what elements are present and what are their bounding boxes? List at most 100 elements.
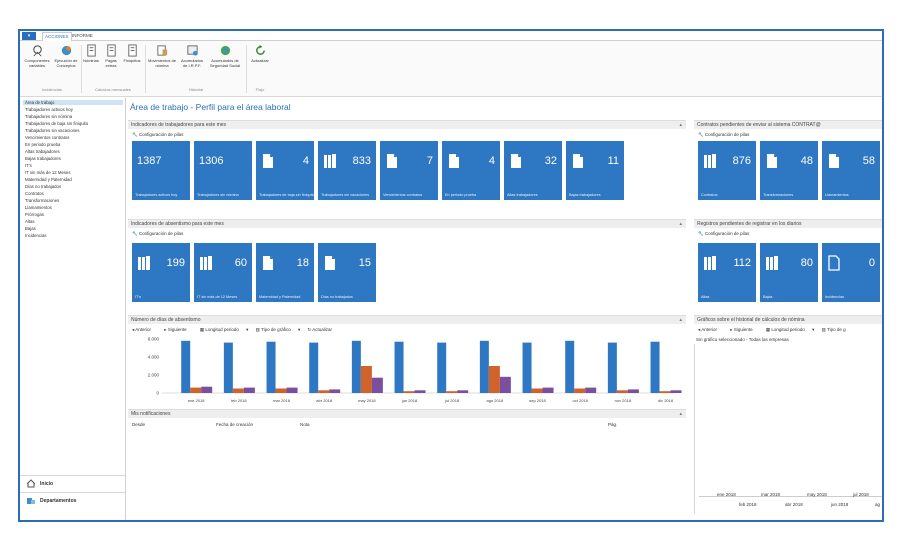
worker-tile[interactable]: 4 En periodo prueba xyxy=(442,141,500,200)
bar-series-3[interactable] xyxy=(371,377,383,393)
section-history-header[interactable]: Gráficos sobre el historial de cálculos … xyxy=(694,315,882,324)
bar-series-2[interactable] xyxy=(616,390,628,393)
sidebar-item[interactable]: IT's xyxy=(25,163,32,168)
finiquitos-button[interactable]: Finiquitos xyxy=(123,44,141,64)
bar-series-2[interactable] xyxy=(446,391,458,393)
collapse-icon[interactable]: ▴ xyxy=(679,220,682,228)
worker-tile[interactable]: 11 Bajas trabajadores xyxy=(566,141,624,200)
worker-tile[interactable]: 833 Trabajadores sin vacaciones xyxy=(318,141,376,200)
sidebar-item[interactable]: Días no trabajados xyxy=(25,184,61,189)
bar-series-1[interactable] xyxy=(351,340,361,393)
chart-prev-button[interactable]: ◂ Anterior xyxy=(132,327,157,332)
bar-series-1[interactable] xyxy=(266,341,276,393)
bar-series-1[interactable] xyxy=(394,341,404,393)
bar-series-1[interactable] xyxy=(437,342,447,393)
worker-tile[interactable]: 4 Trabajadores de baja sin finiquito xyxy=(256,141,314,200)
config-piles-link[interactable]: 🔧 Configuración de pilas xyxy=(698,132,749,138)
pagas-extras-button[interactable]: Pagas extras xyxy=(103,44,119,68)
sidebar-item[interactable]: IT sin más de 12 Meses xyxy=(25,170,71,175)
sidebar-item[interactable]: Contratos xyxy=(25,191,44,196)
acumulados-seguridad-social-button[interactable]: Acumulados de Seguridad Social xyxy=(208,44,242,68)
nav-departamentos[interactable]: Departamentos xyxy=(20,492,125,508)
bar-series-3[interactable] xyxy=(499,376,511,393)
sidebar-item[interactable]: Llamamientos xyxy=(25,205,52,210)
sidebar-item[interactable]: Trabajadores de baja sin finiquito xyxy=(25,121,88,126)
notif-col-nota[interactable]: Nota xyxy=(300,422,310,427)
collapse-icon[interactable]: ▴ xyxy=(679,121,682,129)
notif-col-fecha[interactable]: Fecha de creación xyxy=(216,422,253,427)
config-piles-link[interactable]: 🔧 Configuración de pilas xyxy=(698,231,749,237)
bar-series-3[interactable] xyxy=(243,387,255,393)
bar-series-2[interactable] xyxy=(360,366,372,393)
movimientos-nomina-button[interactable]: Movimientos de nómina xyxy=(148,44,176,68)
sidebar-item[interactable]: Vencimientos contratos xyxy=(25,135,69,140)
contract-tile[interactable]: 876 Contratos xyxy=(698,141,756,200)
section-absences-header[interactable]: Indicadores de absentismo para este mes … xyxy=(128,219,686,228)
bar-series-3[interactable] xyxy=(329,389,341,393)
bar-series-2[interactable] xyxy=(488,366,500,393)
sidebar-item-area-trabajo[interactable]: Área de trabajo xyxy=(23,100,123,105)
notif-col-desde[interactable]: Desde xyxy=(132,422,145,427)
sidebar-item[interactable]: Maternidad y Paternidad xyxy=(25,177,72,182)
chart-refresh-button[interactable]: ↻ Actualizar xyxy=(307,327,338,332)
bar-series-1[interactable] xyxy=(522,342,532,393)
sidebar-item[interactable]: Bajas xyxy=(25,226,36,231)
bar-series-2[interactable] xyxy=(531,388,543,394)
sidebar-item[interactable]: En periodo prueba xyxy=(25,142,60,147)
bar-series-2[interactable] xyxy=(659,391,671,393)
config-piles-link[interactable]: 🔧 Configuración de pilas xyxy=(132,132,183,138)
acumulados-irpf-button[interactable]: Acumulados de I.R.P.F. xyxy=(179,44,205,68)
history-type-button[interactable]: ▥ Tipo de g xyxy=(822,327,852,332)
section-days-chart-header[interactable]: Número de días de absentismo ▴ xyxy=(128,315,686,324)
sidebar-item[interactable]: Altas xyxy=(25,219,35,224)
bar-series-1[interactable] xyxy=(223,342,233,393)
section-records-header[interactable]: Registros pendientes de registrar en los… xyxy=(694,219,882,228)
bar-series-1[interactable] xyxy=(650,341,660,393)
collapse-icon[interactable]: ▴ xyxy=(679,316,682,324)
history-period-button[interactable]: ▦ Longitud periodo ▾ xyxy=(766,327,815,332)
absence-tile[interactable]: 60 IT sin más de 12 Meses xyxy=(194,243,252,302)
section-contracts-header[interactable]: Contratos pendientes de enviar al sistem… xyxy=(694,120,882,129)
collapse-icon[interactable]: ▴ xyxy=(679,410,682,418)
section-notifications-header[interactable]: Mis notificaciones ▴ xyxy=(128,409,686,418)
sidebar-item[interactable]: Transformaciones xyxy=(25,198,59,203)
bar-series-3[interactable] xyxy=(627,389,639,393)
history-next-button[interactable]: ▸ Siguiente xyxy=(730,327,758,332)
absence-tile[interactable]: 15 Días no trabajados xyxy=(318,243,376,302)
record-tile[interactable]: 80 Bajas xyxy=(760,243,818,302)
worker-tile[interactable]: 7 Vencimientos contratos xyxy=(380,141,438,200)
bar-series-2[interactable] xyxy=(574,388,586,394)
chart-next-button[interactable]: ▸ Siguiente xyxy=(164,327,192,332)
tab-acciones[interactable]: ACCIONES xyxy=(42,32,72,41)
sidebar-item[interactable]: Prórrogas xyxy=(25,212,44,217)
nominas-button[interactable]: Nóminas xyxy=(83,44,99,64)
worker-tile[interactable]: 1306 Trabajadores sin nómina xyxy=(194,141,252,200)
worker-tile[interactable]: 1387 Trabajadores activos hoy xyxy=(132,141,190,200)
contract-tile[interactable]: 48 Transformaciones xyxy=(760,141,818,200)
absence-tile[interactable]: 199 IT's xyxy=(132,243,190,302)
config-piles-link[interactable]: 🔧 Configuración de pilas xyxy=(132,231,183,237)
bar-series-3[interactable] xyxy=(201,386,213,393)
bar-series-1[interactable] xyxy=(479,340,489,393)
bar-series-3[interactable] xyxy=(414,390,426,393)
sidebar-item[interactable]: Altas trabajadores xyxy=(25,149,60,154)
chart-period-button[interactable]: ▦ Longitud periodo ▾ xyxy=(200,327,249,332)
bar-series-2[interactable] xyxy=(232,388,244,394)
absence-tile[interactable]: 18 Maternidad y Paternidad xyxy=(256,243,314,302)
bar-series-3[interactable] xyxy=(286,387,298,393)
bar-series-3[interactable] xyxy=(670,390,682,393)
bar-series-3[interactable] xyxy=(457,390,469,393)
bar-series-1[interactable] xyxy=(181,340,191,393)
record-tile[interactable]: 0 Incidencias xyxy=(822,243,880,302)
tab-informe[interactable]: INFORME xyxy=(72,33,93,38)
bar-series-1[interactable] xyxy=(565,340,575,393)
sidebar-item[interactable]: Incidencias xyxy=(25,233,47,238)
history-prev-button[interactable]: ◂ Anterior xyxy=(698,327,723,332)
bar-series-2[interactable] xyxy=(190,387,202,393)
record-tile[interactable]: 112 Altas xyxy=(698,243,756,302)
bar-series-2[interactable] xyxy=(275,388,287,394)
sidebar-item[interactable]: Bajas trabajadores xyxy=(25,156,61,161)
bar-series-3[interactable] xyxy=(542,387,554,393)
actualizar-button[interactable]: Actualizar xyxy=(249,44,271,64)
nav-inicio[interactable]: Inicio xyxy=(20,475,125,491)
